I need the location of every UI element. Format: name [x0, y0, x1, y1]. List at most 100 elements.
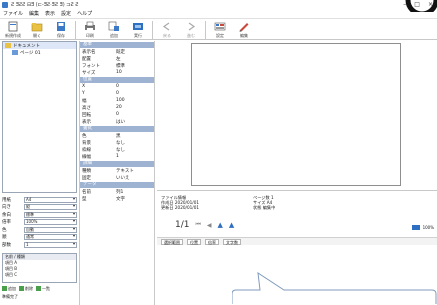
property-row[interactable]: 種類 テキスト [80, 167, 154, 174]
property-row[interactable]: フォント 標準 [80, 62, 154, 69]
property-row[interactable]: 名前 列1 [80, 188, 154, 195]
menu-bar: ファイル 編集 表示 設定 ヘルプ [0, 9, 437, 17]
field-select[interactable]: 縦 [24, 204, 77, 211]
property-row[interactable]: 背景 なし [80, 139, 154, 146]
add-icon [108, 21, 119, 31]
pen-icon [239, 23, 249, 32]
field-select[interactable]: 自動 [24, 226, 77, 233]
field-row: 向き縦 [2, 204, 77, 212]
zoom-icon[interactable] [411, 225, 420, 230]
save-button[interactable]: 保存 [50, 19, 72, 39]
left-status-text: 準備完了 [2, 294, 18, 299]
property-row[interactable]: 型文字 [80, 195, 154, 202]
property-row[interactable]: 固定 いいえ [80, 174, 154, 181]
forward-icon [188, 22, 196, 31]
bottom-buttons: 追加 削除 一覧 [2, 285, 77, 292]
status-selection: 選択範囲 [161, 238, 183, 245]
field-select[interactable]: 1 [24, 241, 77, 248]
menu-edit[interactable]: 編集 [29, 10, 39, 17]
add-button[interactable]: 追加 [103, 19, 125, 39]
open-button[interactable]: 開く [26, 19, 48, 39]
field-row: 用紙 A4 [2, 196, 77, 204]
last-page-icon[interactable]: ▲ [229, 221, 234, 229]
status-bar: 選択範囲 位置 倍率 文字数 [157, 237, 437, 245]
properties-panel: 基本 表示名 既定 配置左 フォント 標準 サイズ 10 位置 X0 Y0 幅 100 … [79, 41, 155, 305]
toolbar-separator [152, 21, 153, 39]
property-row[interactable]: Y0 [80, 90, 154, 97]
menu-view[interactable]: 表示 [45, 10, 55, 17]
document-page[interactable] [191, 43, 401, 186]
status-position: 位置 [187, 238, 201, 245]
add-item-button[interactable]: 追加 [2, 286, 16, 292]
forward-button[interactable]: 進む [180, 19, 202, 39]
list-icon [36, 286, 41, 291]
new-icon [8, 21, 18, 32]
property-row[interactable]: 回転 0 [80, 111, 154, 118]
menu-settings[interactable]: 設定 [61, 10, 71, 17]
title-bar: Ƨ ƎƧƧ ⊟Ǝ (⊏-ƎƧ·ƎƧ Ǝ) ⊐Ƨ Ƨ – □ × [0, 0, 437, 9]
open-icon [31, 23, 43, 32]
property-row[interactable]: 幅 100 [80, 97, 154, 104]
page-icon [12, 50, 18, 55]
tree-item-root[interactable]: ドキュメント [3, 42, 76, 49]
settings-button[interactable]: 設定 [209, 19, 231, 39]
new-button[interactable]: 新規作成 [2, 19, 24, 39]
toolbar-separator [75, 21, 76, 39]
settings-icon [214, 22, 226, 31]
property-row[interactable]: サイズ 10 [80, 69, 154, 76]
property-row[interactable]: 表示 はい [80, 118, 154, 125]
pen-button[interactable]: 編集 [233, 19, 255, 39]
app-icon [2, 1, 8, 8]
corner-ring-icon [405, 0, 437, 12]
field-select[interactable]: A4 [24, 196, 77, 203]
minus-icon [19, 286, 24, 291]
info-left: ファイル情報 作成日 2020/01/01 更新日 2020/01/01 [161, 195, 200, 210]
prev-page-icon[interactable]: ◀ [207, 222, 212, 229]
status-zoom: 倍率 [205, 238, 219, 245]
window-title: Ƨ ƎƧƧ ⊟Ǝ (⊏-ƎƧ·ƎƧ Ǝ) ⊐Ƨ Ƨ [11, 1, 79, 8]
run-button[interactable]: 実行 [127, 19, 149, 39]
field-select[interactable]: 標準 [24, 211, 77, 218]
item-list[interactable]: 名前 / 種類 項目 A 項目 B 項目 C [2, 253, 77, 283]
list-item[interactable]: 項目 C [3, 272, 76, 278]
property-row[interactable]: 線幅 1 [80, 153, 154, 160]
plus-icon [2, 286, 7, 291]
zoom-level[interactable]: 100% [423, 225, 434, 230]
remove-item-button[interactable]: 削除 [19, 286, 33, 292]
menu-file[interactable]: ファイル [3, 10, 23, 17]
property-row[interactable]: 高さ 20 [80, 104, 154, 111]
property-row[interactable]: 枠線 なし [80, 146, 154, 153]
field-row: 倍率 100% [2, 219, 77, 227]
preview-area [157, 41, 437, 189]
print-button[interactable]: 印刷 [79, 19, 101, 39]
next-page-icon[interactable]: ▲ [218, 221, 223, 229]
field-select[interactable]: 100% [24, 219, 77, 226]
menu-help[interactable]: ヘルプ [77, 10, 92, 17]
print-icon [85, 21, 95, 31]
back-icon [162, 22, 170, 31]
callout-bubble [232, 272, 437, 304]
tree-item-page[interactable]: ページ 01 [3, 49, 76, 56]
info-right: ページ数 1 サイズ A4 状態 編集中 [253, 195, 276, 210]
property-row[interactable]: 色黒 [80, 132, 154, 139]
folder-icon [5, 43, 11, 48]
first-page-icon[interactable]: ⏮ [195, 221, 200, 229]
save-icon [57, 22, 65, 31]
field-select[interactable]: 通常 [24, 234, 77, 241]
document-tree[interactable]: ドキュメント ページ 01 [2, 41, 77, 193]
run-icon [133, 23, 143, 30]
field-row: 余白 標準 [2, 211, 77, 219]
back-button[interactable]: 戻る [156, 19, 178, 39]
status-count: 文字数 [223, 238, 241, 245]
property-row[interactable]: 表示名 既定 [80, 48, 154, 55]
zoom-tools: 100% [411, 225, 434, 230]
page-number: 1/1 [175, 220, 190, 230]
property-row[interactable]: 配置左 [80, 55, 154, 62]
list-view-button[interactable]: 一覧 [36, 286, 50, 292]
field-row: 部数 1 [2, 241, 77, 249]
toolbar-separator [205, 21, 206, 39]
field-row: 色自動 [2, 226, 77, 234]
field-row: 順通常 [2, 234, 77, 242]
settings-fields: 用紙A4 向き縦 余白標準 倍率100% 色自動 順通常 部数1 [2, 196, 77, 252]
property-row[interactable]: X0 [80, 83, 154, 90]
